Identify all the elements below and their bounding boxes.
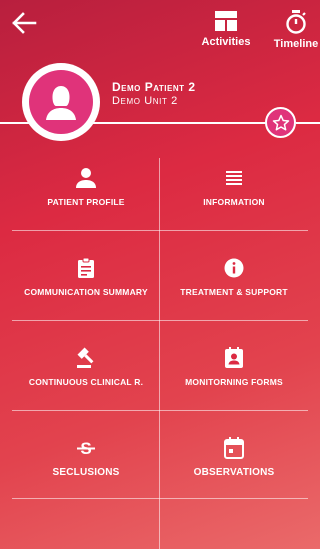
avatar-inner: [29, 70, 93, 134]
divider-line: [296, 122, 320, 124]
menu-item-communication-summary[interactable]: Communication Summary: [12, 232, 160, 322]
menu-item-treatment-support[interactable]: Treatment & Support: [160, 232, 308, 322]
menu-item-label: Communication Summary: [24, 287, 148, 297]
menu-item-label: Information: [203, 197, 265, 207]
stopwatch-icon: [286, 10, 306, 34]
gavel-icon: [75, 347, 97, 369]
list-icon: [223, 167, 245, 189]
menu-item-continuous-clinical[interactable]: Continuous Clinical R.: [12, 322, 160, 412]
menu-grid: Patient Profile Information Communicatio…: [12, 142, 308, 549]
activities-label: Activities: [201, 36, 251, 48]
timeline-button[interactable]: Timeline: [272, 10, 320, 50]
menu-item-label: Patient Profile: [47, 197, 125, 207]
menu-item-label: Seclusions: [52, 466, 120, 478]
timeline-label: Timeline: [273, 38, 319, 50]
calendar-icon: [223, 436, 245, 459]
menu-item-label: Continuous Clinical R.: [28, 377, 144, 387]
avatar[interactable]: [22, 63, 100, 141]
menu-item-seclusions[interactable]: S Seclusions: [12, 412, 160, 502]
back-button[interactable]: [10, 10, 38, 36]
menu-item-label: Treatment & Support: [180, 287, 288, 297]
person-silhouette-icon: [46, 86, 76, 120]
patient-name: Demo Patient 2: [112, 80, 196, 94]
person-icon: [75, 167, 97, 189]
menu-item-label: Observations: [193, 466, 275, 478]
contact-form-icon: [223, 347, 245, 369]
menu-item-label: Monitorning Forms: [185, 377, 283, 387]
clipboard-icon: [75, 257, 97, 279]
menu-item-observations[interactable]: Observations: [160, 412, 308, 502]
menu-item-patient-profile[interactable]: Patient Profile: [12, 142, 160, 232]
activities-button[interactable]: Activities: [200, 10, 252, 48]
favorite-button[interactable]: [265, 107, 296, 138]
strikethrough-icon: S: [75, 437, 97, 459]
menu-item-monitoring-forms[interactable]: Monitorning Forms: [160, 322, 308, 412]
menu-item-information[interactable]: Information: [160, 142, 308, 232]
top-bar: Activities Timeline: [0, 0, 320, 60]
patient-unit: Demo Unit 2: [112, 95, 178, 107]
info-icon: [223, 257, 245, 279]
arrow-left-icon: [12, 12, 37, 34]
star-icon: [272, 114, 289, 130]
dashboard-icon: [215, 11, 237, 31]
